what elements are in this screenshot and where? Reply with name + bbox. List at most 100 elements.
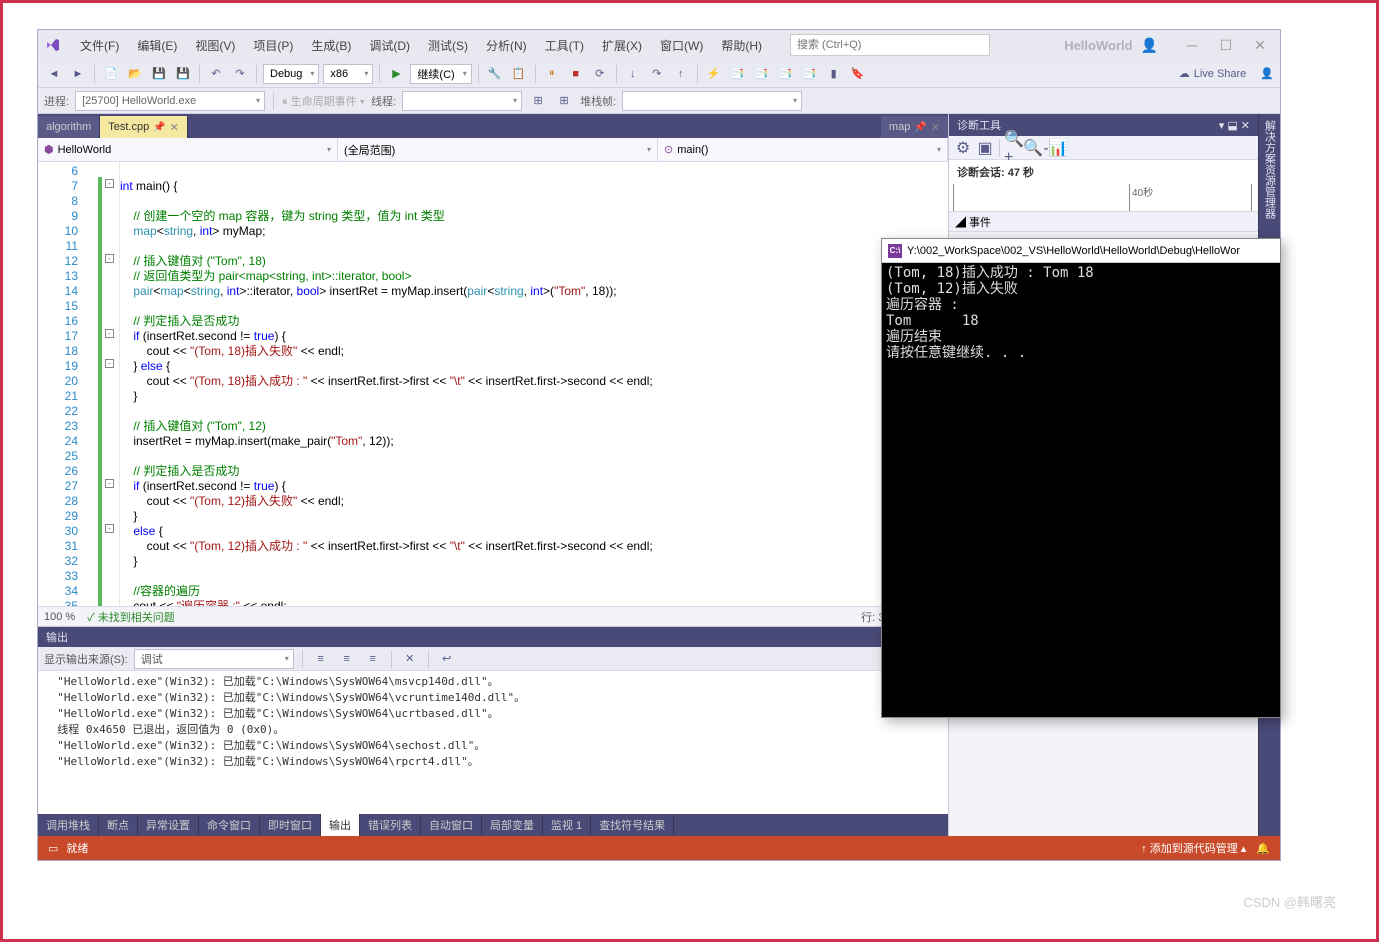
tb-icon-1[interactable]: 🔧 xyxy=(485,64,505,84)
close-icon[interactable]: ✕ xyxy=(170,121,179,134)
bottom-tab[interactable]: 调用堆栈 xyxy=(38,814,99,836)
out-btn-2[interactable]: ≡ xyxy=(337,649,357,669)
bottom-tab[interactable]: 局部变量 xyxy=(482,814,543,836)
menu-item[interactable]: 分析(N) xyxy=(478,33,535,58)
process-combo[interactable]: [25700] HelloWorld.exe xyxy=(75,91,265,111)
output-content[interactable]: "HelloWorld.exe"(Win32): 已加载"C:\Windows\… xyxy=(38,671,948,814)
menu-item[interactable]: 文件(F) xyxy=(72,33,127,58)
zoom-out-icon[interactable]: 🔍- xyxy=(1026,138,1046,158)
step-out-button[interactable]: ↑ xyxy=(671,64,691,84)
bottom-tab[interactable]: 监视 1 xyxy=(543,814,591,836)
config-combo[interactable]: Debug xyxy=(263,64,319,84)
maximize-button[interactable]: ☐ xyxy=(1212,34,1240,56)
pause-button[interactable]: ⏸ xyxy=(542,64,562,84)
fold-toggle[interactable]: - xyxy=(105,359,114,368)
back-button[interactable]: ◄ xyxy=(44,64,64,84)
gear-icon[interactable]: ⚙ xyxy=(953,138,973,158)
menu-item[interactable]: 窗口(W) xyxy=(652,33,711,58)
search-input[interactable] xyxy=(790,34,990,56)
console-titlebar[interactable]: C:\ Y:\002_WorkSpace\002_VS\HelloWorld\H… xyxy=(882,239,1280,263)
clear-button[interactable]: ✕ xyxy=(400,649,420,669)
out-btn-1[interactable]: ≡ xyxy=(311,649,331,669)
menu-item[interactable]: 调试(D) xyxy=(361,33,418,58)
bottom-tab[interactable]: 异常设置 xyxy=(138,814,199,836)
diag-events[interactable]: ◢ 事件 xyxy=(949,212,1258,232)
diag-btn2[interactable]: 📊 xyxy=(1048,138,1068,158)
menu-item[interactable]: 工具(T) xyxy=(537,33,592,58)
pin-icon[interactable]: 📌 xyxy=(914,122,926,133)
bottom-tab[interactable]: 断点 xyxy=(99,814,138,836)
fold-toggle[interactable]: - xyxy=(105,179,114,188)
redo-button[interactable]: ↷ xyxy=(230,64,250,84)
tab-map[interactable]: map 📌 ✕ xyxy=(881,116,948,138)
menu-item[interactable]: 测试(S) xyxy=(420,33,476,58)
nav-scope-combo[interactable]: (全局范围) xyxy=(338,138,658,161)
minimize-button[interactable]: ─ xyxy=(1178,34,1206,56)
tb-icon-g[interactable]: 🔖 xyxy=(848,64,868,84)
save-all-button[interactable]: 💾 xyxy=(173,64,193,84)
live-share-button[interactable]: ☁ Live Share 👤 xyxy=(1179,67,1274,80)
menu-item[interactable]: 扩展(X) xyxy=(594,33,650,58)
tab-algorithm[interactable]: algorithm xyxy=(38,116,100,138)
forward-button[interactable]: ► xyxy=(68,64,88,84)
step-into-button[interactable]: ↓ xyxy=(623,64,643,84)
nav-func-combo[interactable]: ⊙ main() xyxy=(658,138,948,161)
console-output: (Tom, 18)插入成功 : Tom 18 (Tom, 12)插入失败 遍历容… xyxy=(882,263,1280,717)
close-icon[interactable]: ✕ xyxy=(931,121,940,134)
menu-item[interactable]: 视图(V) xyxy=(187,33,243,58)
tb-icon-e[interactable]: 📑 xyxy=(800,64,820,84)
stop-button[interactable]: ■ xyxy=(566,64,586,84)
tb-icon-f[interactable]: ▮ xyxy=(824,64,844,84)
output-source-combo[interactable]: 调试 xyxy=(134,649,294,669)
fold-toggle[interactable]: - xyxy=(105,479,114,488)
tb-icon-d[interactable]: 📑 xyxy=(776,64,796,84)
undo-button[interactable]: ↶ xyxy=(206,64,226,84)
menu-item[interactable]: 项目(P) xyxy=(245,33,301,58)
fold-toggle[interactable]: - xyxy=(105,329,114,338)
bell-icon[interactable]: 🔔 xyxy=(1256,842,1270,855)
open-button[interactable]: 📂 xyxy=(125,64,145,84)
tb-icon-b[interactable]: 📑 xyxy=(728,64,748,84)
menu-item[interactable]: 生成(B) xyxy=(303,33,359,58)
bottom-tab[interactable]: 命令窗口 xyxy=(199,814,260,836)
bottom-tab[interactable]: 即时窗口 xyxy=(260,814,321,836)
stack-combo[interactable] xyxy=(622,91,802,111)
pin-icon[interactable]: 📌 xyxy=(153,122,165,133)
user-badge-icon[interactable]: 👤 xyxy=(1260,67,1274,80)
diag-timeline[interactable]: 40秒 xyxy=(949,184,1258,212)
wrap-button[interactable]: ↩ xyxy=(437,649,457,669)
thread-icon[interactable]: ⊞ xyxy=(528,91,548,111)
issues-indicator[interactable]: ✓ 未找到相关问题 xyxy=(87,609,175,625)
menu-item[interactable]: 帮助(H) xyxy=(713,33,770,58)
code-editor[interactable]: 6789101112131415161718192021222324252627… xyxy=(38,162,948,606)
restart-button[interactable]: ⟳ xyxy=(590,64,610,84)
fold-toggle[interactable]: - xyxy=(105,524,114,533)
new-file-button[interactable]: 📄 xyxy=(101,64,121,84)
bottom-tab[interactable]: 输出 xyxy=(321,814,360,836)
diag-session: 诊断会话: 47 秒 xyxy=(949,160,1258,184)
bottom-tab[interactable]: 自动窗口 xyxy=(421,814,482,836)
tab-test-cpp[interactable]: Test.cpp 📌 ✕ xyxy=(100,116,188,138)
out-btn-3[interactable]: ≡ xyxy=(363,649,383,669)
tb-icon-c[interactable]: 📑 xyxy=(752,64,772,84)
tb-icon-a[interactable]: ⚡ xyxy=(704,64,724,84)
nav-project-combo[interactable]: ⬢ HelloWorld xyxy=(38,138,338,161)
continue-button[interactable]: 继续(C) xyxy=(410,64,471,84)
diag-btn[interactable]: ▣ xyxy=(975,138,995,158)
thread-combo[interactable] xyxy=(402,91,522,111)
fold-toggle[interactable]: - xyxy=(105,254,114,263)
step-over-button[interactable]: ↷ xyxy=(647,64,667,84)
zoom-in-icon[interactable]: 🔍+ xyxy=(1004,138,1024,158)
source-control-button[interactable]: ↑ 添加到源代码管理 ▴ xyxy=(1141,840,1246,856)
thread-icon2[interactable]: ⊞ xyxy=(554,91,574,111)
zoom-combo[interactable]: 100 % xyxy=(44,611,75,623)
bottom-tab[interactable]: 查找符号结果 xyxy=(591,814,674,836)
platform-combo[interactable]: x86 xyxy=(323,64,373,84)
editor-tabs: algorithm Test.cpp 📌 ✕ map 📌 ✕ xyxy=(38,114,948,138)
tb-icon-2[interactable]: 📋 xyxy=(509,64,529,84)
save-button[interactable]: 💾 xyxy=(149,64,169,84)
close-button[interactable]: ✕ xyxy=(1246,34,1274,56)
menu-item[interactable]: 编辑(E) xyxy=(129,33,185,58)
user-icon[interactable]: 👤 xyxy=(1141,37,1158,54)
bottom-tab[interactable]: 错误列表 xyxy=(360,814,421,836)
